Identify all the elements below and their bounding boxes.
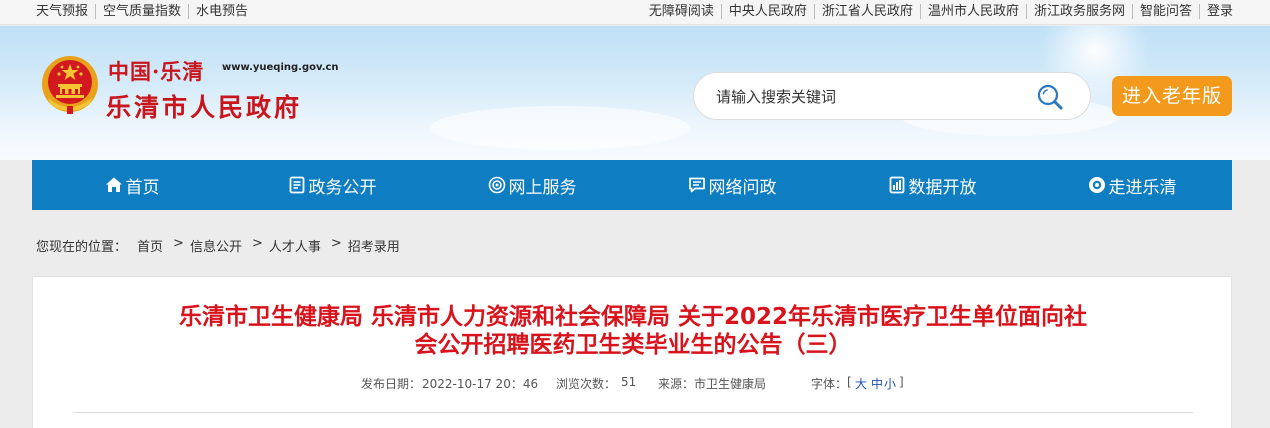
article-title-line1: 乐清市卫生健康局 乐清市人力资源和社会保障局 关于2022年乐清市医疗卫生单位面… xyxy=(178,304,1088,330)
chat-icon xyxy=(688,177,705,193)
login-link[interactable]: 登录 xyxy=(1198,4,1240,19)
site-url: www.yueqing.gov.cn xyxy=(222,62,339,73)
font-bracket-open: [ xyxy=(847,375,852,389)
nav-label: 首页 xyxy=(125,177,160,198)
search-icon[interactable] xyxy=(1036,83,1064,111)
font-bracket-close: ] xyxy=(899,375,904,389)
air-quality-link[interactable]: 空气质量指数 xyxy=(95,4,188,19)
nav-item-open-data[interactable]: 数据开放 xyxy=(832,160,1032,210)
site-header: 中国·乐清 www.yueqing.gov.cn 乐清市人民政府 进入老年版 xyxy=(0,26,1270,160)
nav-item-gov-affairs[interactable]: 政务公开 xyxy=(232,160,432,210)
brand-mark: 中国·乐清 xyxy=(108,59,205,84)
weather-link[interactable]: 天气预报 xyxy=(36,4,95,19)
publish-date: 2022-10-17 20：46 xyxy=(422,377,539,391)
breadcrumb-separator: > xyxy=(173,236,184,251)
cloud-decoration xyxy=(430,106,690,150)
nav-label: 数据开放 xyxy=(908,177,977,198)
elder-version-button[interactable]: 进入老年版 xyxy=(1112,76,1232,116)
breadcrumb-home[interactable]: 首页 xyxy=(137,236,163,255)
breadcrumb-recruitment[interactable]: 招考录用 xyxy=(348,236,400,255)
utility-notice-link[interactable]: 水电预告 xyxy=(188,4,255,19)
font-small-button[interactable]: 小 xyxy=(884,375,896,392)
home-icon xyxy=(105,177,122,192)
source-value: 市卫生健康局 xyxy=(694,377,767,391)
publish-date-label: 发布日期： xyxy=(361,377,422,391)
service-icon xyxy=(488,176,505,194)
national-emblem-icon[interactable] xyxy=(40,54,100,116)
zhejiang-gov-link[interactable]: 浙江省人民政府 xyxy=(813,4,920,19)
article-title: 乐清市卫生健康局 乐清市人力资源和社会保障局 关于2022年乐清市医疗卫生单位面… xyxy=(73,303,1193,359)
breadcrumb-prefix: 您现在的位置： xyxy=(36,240,128,255)
wenzhou-gov-link[interactable]: 温州市人民政府 xyxy=(919,4,1026,19)
article-title-line2: 会公开招聘医药卫生类毕业生的公告（三） xyxy=(414,332,852,358)
font-size-label: 字体： xyxy=(811,377,848,391)
search-box xyxy=(693,72,1091,120)
data-icon xyxy=(889,176,904,194)
breadcrumb-separator: > xyxy=(251,236,263,251)
nav-item-online-inquiry[interactable]: 网络问政 xyxy=(632,160,832,210)
accessibility-link[interactable]: 无障碍阅读 xyxy=(649,4,721,19)
source-label: 来源： xyxy=(658,377,695,391)
main-nav: 首页 政务公开 网上服务 网络问政 数据开放 走进乐清 xyxy=(32,160,1232,210)
nav-label: 网络问政 xyxy=(708,177,777,198)
nav-label: 走进乐清 xyxy=(1108,177,1177,198)
nav-label: 政务公开 xyxy=(308,177,377,198)
article-card: 乐清市卫生健康局 乐清市人力资源和社会保障局 关于2022年乐清市医疗卫生单位面… xyxy=(32,276,1232,428)
font-large-button[interactable]: 大 xyxy=(855,375,867,392)
views-count: 51 xyxy=(621,375,637,389)
search-input[interactable] xyxy=(716,85,1016,109)
article-divider xyxy=(73,412,1193,413)
nav-item-online-service[interactable]: 网上服务 xyxy=(432,160,632,210)
eye-icon xyxy=(1088,177,1105,193)
breadcrumb: 您现在的位置： 首页 > 信息公开 > 人才人事 > 招考录用 xyxy=(36,236,404,255)
nav-label: 网上服务 xyxy=(508,177,577,198)
site-title[interactable]: 乐清市人民政府 xyxy=(106,88,302,124)
font-medium-button[interactable]: 中 xyxy=(871,375,883,392)
document-icon xyxy=(289,176,304,194)
nav-item-about-yueqing[interactable]: 走进乐清 xyxy=(1032,160,1232,210)
nav-item-home[interactable]: 首页 xyxy=(32,160,232,210)
central-gov-link[interactable]: 中央人民政府 xyxy=(720,4,814,19)
top-utility-bar: 天气预报 空气质量指数 水电预告 无障碍阅读 中央人民政府 浙江省人民政府 温州… xyxy=(0,0,1270,25)
zj-service-link[interactable]: 浙江政务服务网 xyxy=(1025,4,1132,19)
views-label: 浏览次数： xyxy=(556,377,617,391)
top-left-links: 天气预报 空气质量指数 水电预告 xyxy=(36,4,255,19)
top-right-links: 无障碍阅读 中央人民政府 浙江省人民政府 温州市人民政府 浙江政务服务网 智能问… xyxy=(649,4,1240,19)
smart-qa-link[interactable]: 智能问答 xyxy=(1131,4,1199,19)
breadcrumb-info-public[interactable]: 信息公开 xyxy=(190,236,242,255)
breadcrumb-separator: > xyxy=(330,236,342,251)
breadcrumb-talent[interactable]: 人才人事 xyxy=(269,236,321,255)
